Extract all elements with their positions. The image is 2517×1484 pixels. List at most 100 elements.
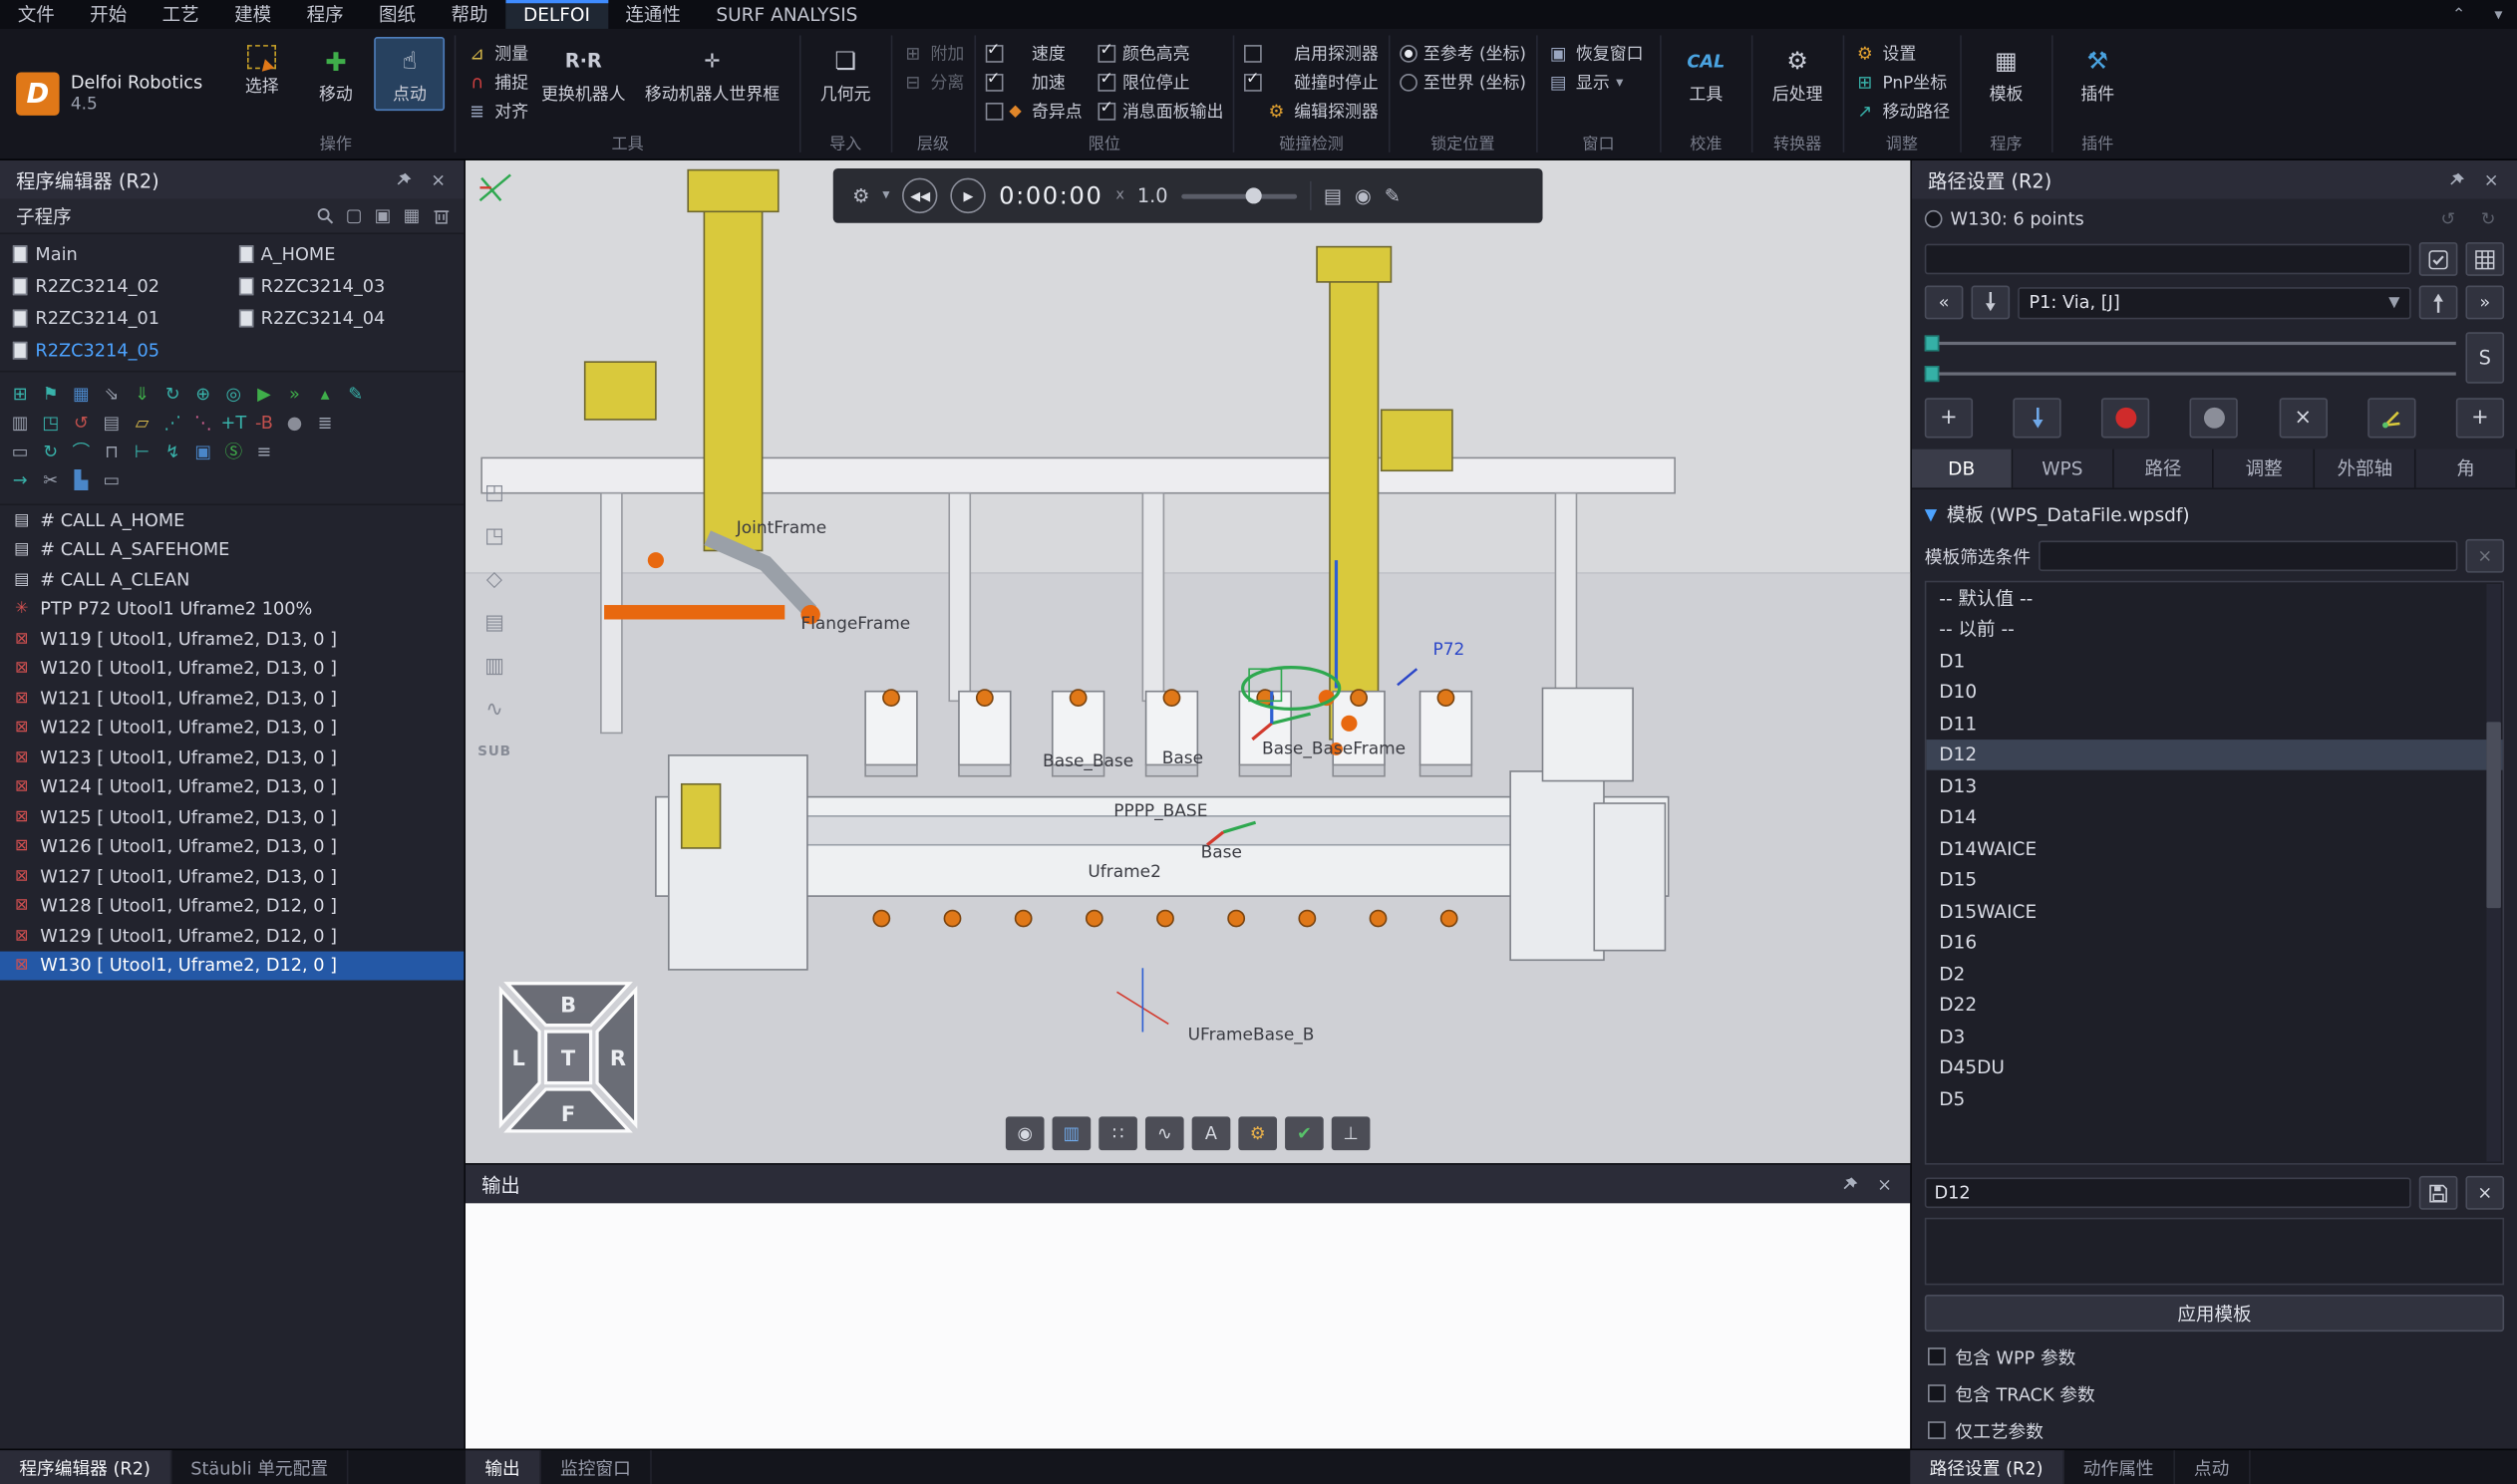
menu-tab[interactable]: 图纸 [361,0,433,29]
subprogram-item[interactable]: R2ZC3214_03 [232,271,458,302]
template-button[interactable]: ▦ 模板 [1971,37,2042,111]
viewport-bottom-tool-icon[interactable]: ⊥ [1332,1116,1371,1150]
grid-view-button[interactable] [2465,242,2504,276]
limit-checkbox-row[interactable]: 限位停止 [1099,71,1224,95]
ribbon-small-button[interactable]: ⊿ 测量 [466,42,528,66]
undo-icon[interactable]: ↺ [2432,203,2464,232]
append-point-button[interactable]: + [2456,398,2504,438]
viewport-bottom-tool-icon[interactable]: ◉ [1006,1116,1045,1150]
editor-tool-icon[interactable]: ⊢ [129,438,156,463]
limit-checkbox-row[interactable]: 颜色高亮 [1099,42,1224,66]
editor-tool-icon[interactable]: ↻ [37,438,64,463]
plugin-button[interactable]: ⚒ 插件 [2062,37,2133,111]
template-list-item[interactable]: D22 [1926,989,2502,1020]
menu-tab[interactable]: SURF ANALYSIS [699,0,875,29]
editor-tool-icon[interactable]: → [6,466,33,492]
ribbon-small-button[interactable]: ⊟ 分离 [902,71,965,95]
editor-tool-icon[interactable]: ⋰ [158,409,185,435]
checkbox[interactable] [985,45,1003,63]
speed-slider[interactable] [1180,193,1296,198]
clear-filter-button[interactable]: × [2465,539,2504,573]
statusbar-tab[interactable]: 动作属性 [2063,1450,2174,1484]
template-list-item[interactable]: D2 [1926,958,2502,989]
close-icon[interactable]: × [2475,165,2507,194]
program-statement-row[interactable]: ▤ # CALL A_SAFEHOME [0,535,464,565]
statusbar-tab[interactable]: 点动 [2175,1450,2251,1484]
editor-tool-icon[interactable]: ≣ [311,409,338,435]
checkbox[interactable] [1928,1347,1946,1365]
pin-icon[interactable] [2440,165,2472,194]
ribbon-small-button[interactable]: ≣ 对齐 [466,100,528,124]
statusbar-tab[interactable]: Stäubli 单元配置 [171,1450,349,1484]
pin-icon[interactable] [1833,1169,1865,1198]
program-statement-row[interactable]: ⊠ W130 [ Utool1, Uframe2, D12, 0 ] [0,951,464,981]
template-list-item[interactable]: D10 [1926,677,2502,708]
checkbox[interactable] [985,74,1003,92]
point-name-input[interactable] [1925,244,2411,275]
settings-tab[interactable]: DB [1912,449,2013,488]
program-statement-row[interactable]: ⊠ W122 [ Utool1, Uframe2, D13, 0 ] [0,714,464,743]
checkbox[interactable] [1099,45,1116,63]
checkbox[interactable] [1099,103,1116,121]
editor-tool-icon[interactable]: ◎ [220,381,247,407]
add-point-button[interactable]: + [1925,398,1973,438]
template-list-item[interactable]: D15 [1926,864,2502,895]
viewport-bottom-tool-icon[interactable]: ✔ [1285,1116,1324,1150]
subprogram-item[interactable]: R2ZC3214_02 [6,271,231,302]
template-list-item[interactable]: D1 [1926,645,2502,676]
editor-tool-icon[interactable]: ▱ [129,409,156,435]
template-option-row[interactable]: 包含 WPP 参数 [1912,1338,2517,1375]
settings-tab[interactable]: 调整 [2214,449,2315,488]
editor-tool-icon[interactable]: ✂ [37,466,64,492]
checkbox[interactable] [1928,1384,1946,1402]
apply-template-button[interactable]: 应用模板 [1925,1295,2504,1332]
settings-tab[interactable]: 角 [2416,449,2517,488]
collapse-arrow-icon[interactable]: ▼ [1925,506,1937,524]
teach-point-button[interactable] [2014,398,2061,438]
window-tool-row[interactable]: ▣ 恢复窗口 [1547,42,1650,66]
viewcube-back[interactable]: B [560,994,576,1018]
delete-point-button[interactable]: × [2279,398,2327,438]
subprogram-item[interactable]: R2ZC3214_05 [6,335,231,366]
editor-tool-icon[interactable]: ▙ [68,466,95,492]
subprogram-item[interactable]: R2ZC3214_01 [6,303,231,334]
limit-checkbox-row[interactable]: 加速 [985,71,1082,95]
postprocess-button[interactable]: ⚙ 后处理 [1762,37,1833,111]
statusbar-tab[interactable]: 路径设置 (R2) [1910,1450,2063,1484]
viewport-3d[interactable]: JointFrame FlangeFrame P72 Base_Base Bas… [466,160,1910,1163]
settings-tab[interactable]: WPS [2013,449,2113,488]
ribbon-big-button[interactable]: R·R 更换机器人 [531,37,635,111]
window-control-icon[interactable]: ⌃ [2437,0,2479,29]
sync-button[interactable]: S [2465,332,2504,384]
subprogram-item[interactable]: A_HOME [232,239,458,270]
program-statement-row[interactable]: ⊠ W120 [ Utool1, Uframe2, D13, 0 ] [0,654,464,684]
editor-tool-icon[interactable]: » [281,381,308,407]
statusbar-tab[interactable]: 监控窗口 [541,1450,652,1484]
editor-tool-icon[interactable]: ⋱ [189,409,216,435]
subprogram-item[interactable]: Main [6,239,231,270]
output-log-area[interactable] [466,1203,1910,1448]
point-radio[interactable] [1925,209,1943,227]
program-statement-row[interactable]: ⊠ W125 [ Utool1, Uframe2, D13, 0 ] [0,802,464,832]
template-list-item[interactable]: D13 [1926,770,2502,801]
lock-radio-row[interactable]: 至参考 (坐标) [1400,42,1526,66]
menu-tab[interactable]: 帮助 [434,0,505,29]
program-statement-row[interactable]: ⊠ W126 [ Utool1, Uframe2, D13, 0 ] [0,832,464,862]
editor-tool-icon[interactable]: ◳ [37,409,64,435]
program-statement-row[interactable]: ✳ PTP P72 Utool1 Uframe2 100% [0,594,464,624]
menu-tab[interactable]: 建模 [216,0,288,29]
rewind-button[interactable]: ◀◀ [902,178,937,213]
template-list-item[interactable]: D45DU [1926,1051,2502,1082]
viewcube-front[interactable]: F [561,1102,575,1126]
viewport-bottom-tool-icon[interactable]: ▥ [1053,1116,1092,1150]
viewport-bottom-tool-icon[interactable]: A [1192,1116,1231,1150]
probe-down-button[interactable] [1971,286,2010,320]
pin-icon[interactable] [387,165,419,194]
checkbox[interactable] [1928,1421,1946,1439]
viewcube-top[interactable]: T [561,1046,576,1070]
radio-button[interactable] [1400,45,1417,63]
playbar-settings-caret[interactable]: ▾ [882,187,889,203]
program-statement-row[interactable]: ⊠ W128 [ Utool1, Uframe2, D12, 0 ] [0,891,464,921]
statusbar-tab[interactable]: 程序编辑器 (R2) [0,1450,171,1484]
stop-button[interactable] [2190,398,2238,438]
